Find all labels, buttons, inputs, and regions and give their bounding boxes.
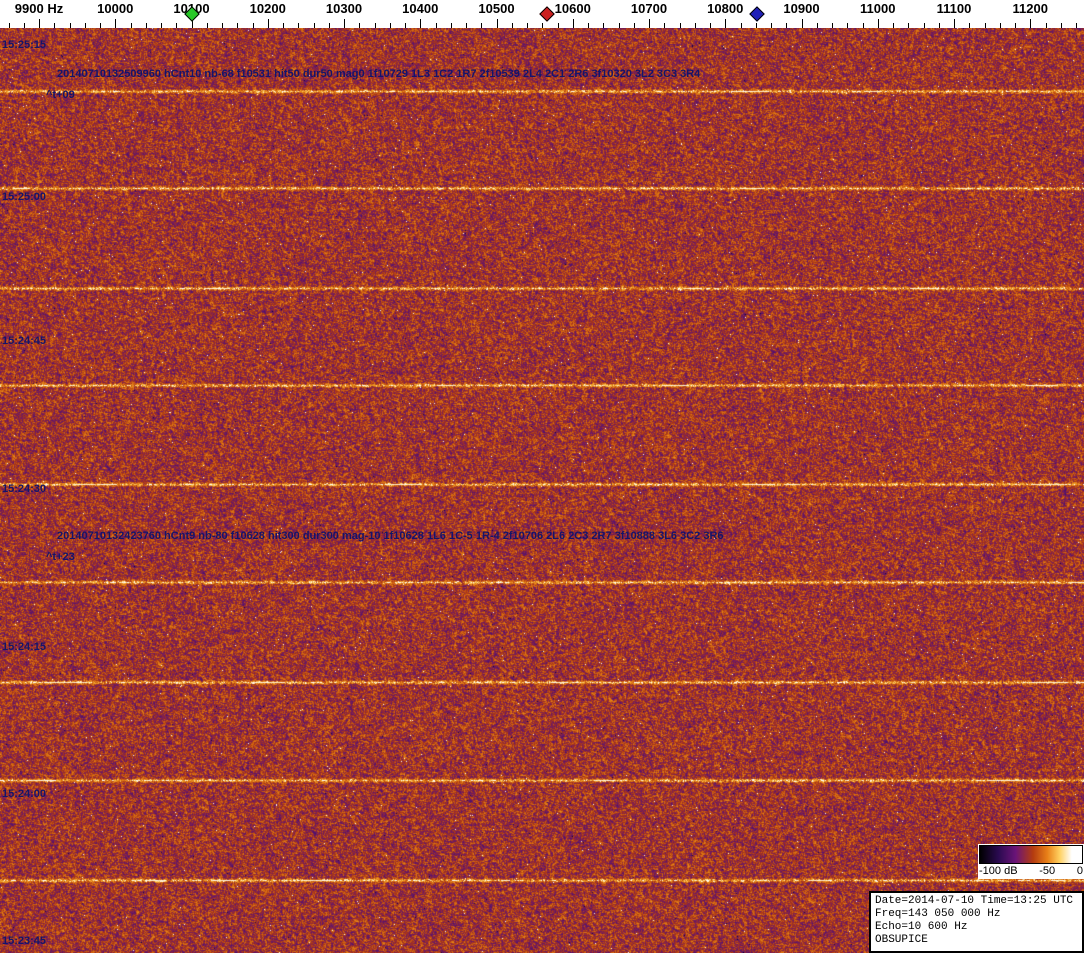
freq-minor-tick	[557, 23, 559, 28]
freq-minor-tick	[984, 23, 986, 28]
color-scale-labels: -100 dB -50 0	[979, 864, 1083, 878]
freq-axis-label: 10600	[554, 1, 591, 16]
freq-axis-label: 10700	[630, 1, 668, 16]
freq-minor-tick	[176, 23, 178, 28]
freq-minor-tick	[466, 23, 467, 28]
freq-minor-tick	[450, 23, 452, 28]
freq-major-tick	[725, 19, 727, 28]
freq-minor-tick	[328, 23, 330, 28]
station-info-box: Date=2014-07-10 Time=13:25 UTC Freq=143 …	[869, 891, 1084, 953]
freq-minor-tick	[1045, 23, 1047, 28]
freq-major-tick	[572, 19, 574, 28]
freq-axis-label: 11100	[936, 1, 972, 16]
freq-minor-tick	[771, 23, 772, 28]
freq-minor-tick	[54, 23, 56, 28]
freq-major-tick	[954, 19, 955, 28]
freq-minor-tick	[145, 23, 147, 28]
freq-major-tick	[649, 19, 650, 28]
freq-minor-tick	[938, 23, 940, 28]
freq-minor-tick	[999, 23, 1001, 28]
freq-minor-tick	[603, 23, 605, 28]
freq-major-tick	[496, 19, 498, 28]
info-station-name: OBSUPICE	[875, 934, 928, 946]
freq-minor-tick	[313, 23, 315, 28]
freq-minor-tick	[298, 23, 300, 28]
freq-minor-tick	[1076, 23, 1077, 28]
freq-minor-tick	[694, 23, 696, 28]
freq-minor-tick	[206, 23, 208, 28]
freq-major-tick	[1030, 19, 1032, 28]
freq-minor-tick	[389, 23, 391, 28]
freq-minor-tick	[588, 23, 589, 28]
freq-minor-tick	[755, 23, 757, 28]
freq-minor-tick	[511, 23, 513, 28]
freq-minor-tick	[1060, 23, 1062, 28]
freq-axis-label: 10500	[478, 1, 515, 16]
scale-label-min: -100 dB	[979, 865, 1018, 877]
freq-axis-label: 11200	[1012, 1, 1048, 16]
freq-axis-label: 11000	[860, 1, 896, 16]
freq-minor-tick	[679, 23, 681, 28]
freq-major-tick	[115, 19, 117, 28]
freq-major-tick	[344, 19, 345, 28]
color-scale-gradient	[979, 845, 1083, 864]
meteor-spectrogram-screen: 9900 Hz100001010010200103001040010500106…	[0, 0, 1084, 953]
freq-minor-tick	[100, 23, 101, 28]
freq-minor-tick	[816, 23, 818, 28]
freq-minor-tick	[252, 23, 254, 28]
freq-minor-tick	[527, 23, 528, 28]
scale-label-max: 0	[1076, 865, 1083, 877]
freq-axis-label: 10400	[402, 1, 439, 16]
freq-minor-tick	[740, 23, 742, 28]
freq-minor-tick	[1015, 23, 1016, 28]
freq-minor-tick	[542, 23, 544, 28]
freq-major-tick	[877, 19, 879, 28]
freq-axis-label: 10800	[707, 1, 744, 16]
freq-minor-tick	[8, 23, 10, 28]
freq-axis-label: 10300	[325, 1, 363, 16]
freq-minor-tick	[664, 23, 666, 28]
freq-minor-tick	[283, 23, 284, 28]
freq-minor-tick	[923, 23, 925, 28]
info-echo-frequency: Echo=10 600 Hz	[875, 921, 968, 933]
info-date-time: Date=2014-07-10 Time=13:25 UTC	[875, 895, 1074, 907]
freq-axis-label: 9900 Hz	[14, 1, 64, 16]
freq-minor-tick	[710, 23, 711, 28]
freq-minor-tick	[374, 23, 376, 28]
blue-diamond-marker-icon	[749, 6, 766, 22]
freq-minor-tick	[359, 23, 361, 28]
freq-minor-tick	[405, 23, 406, 28]
freq-minor-tick	[786, 23, 788, 28]
freq-minor-tick	[237, 23, 239, 28]
freq-major-tick	[39, 19, 40, 28]
freq-minor-tick	[69, 23, 71, 28]
spectrogram-waterfall-canvas	[0, 28, 1084, 953]
freq-minor-tick	[633, 23, 635, 28]
freq-minor-tick	[84, 23, 86, 28]
freq-axis-label: 10200	[249, 1, 286, 16]
freq-minor-tick	[130, 23, 132, 28]
freq-minor-tick	[847, 23, 849, 28]
freq-minor-tick	[23, 23, 25, 28]
freq-minor-tick	[969, 23, 971, 28]
freq-minor-tick	[435, 23, 437, 28]
freq-major-tick	[267, 19, 269, 28]
freq-minor-tick	[862, 23, 864, 28]
freq-major-tick	[801, 19, 803, 28]
frequency-axis: 9900 Hz100001010010200103001040010500106…	[0, 0, 1084, 28]
freq-minor-tick	[161, 23, 162, 28]
info-beacon-frequency: Freq=143 050 000 Hz	[875, 908, 1001, 920]
color-scale-legend: -100 dB -50 0	[978, 844, 1084, 879]
freq-minor-tick	[481, 23, 483, 28]
freq-minor-tick	[893, 23, 894, 28]
freq-major-tick	[420, 19, 422, 28]
freq-minor-tick	[618, 23, 620, 28]
freq-minor-tick	[222, 23, 223, 28]
freq-axis-label: 10000	[97, 1, 134, 16]
freq-minor-tick	[908, 23, 910, 28]
freq-axis-label: 10900	[783, 1, 820, 16]
freq-minor-tick	[832, 23, 833, 28]
red-diamond-marker-icon	[539, 6, 555, 22]
scale-label-mid: -50	[1039, 865, 1056, 877]
